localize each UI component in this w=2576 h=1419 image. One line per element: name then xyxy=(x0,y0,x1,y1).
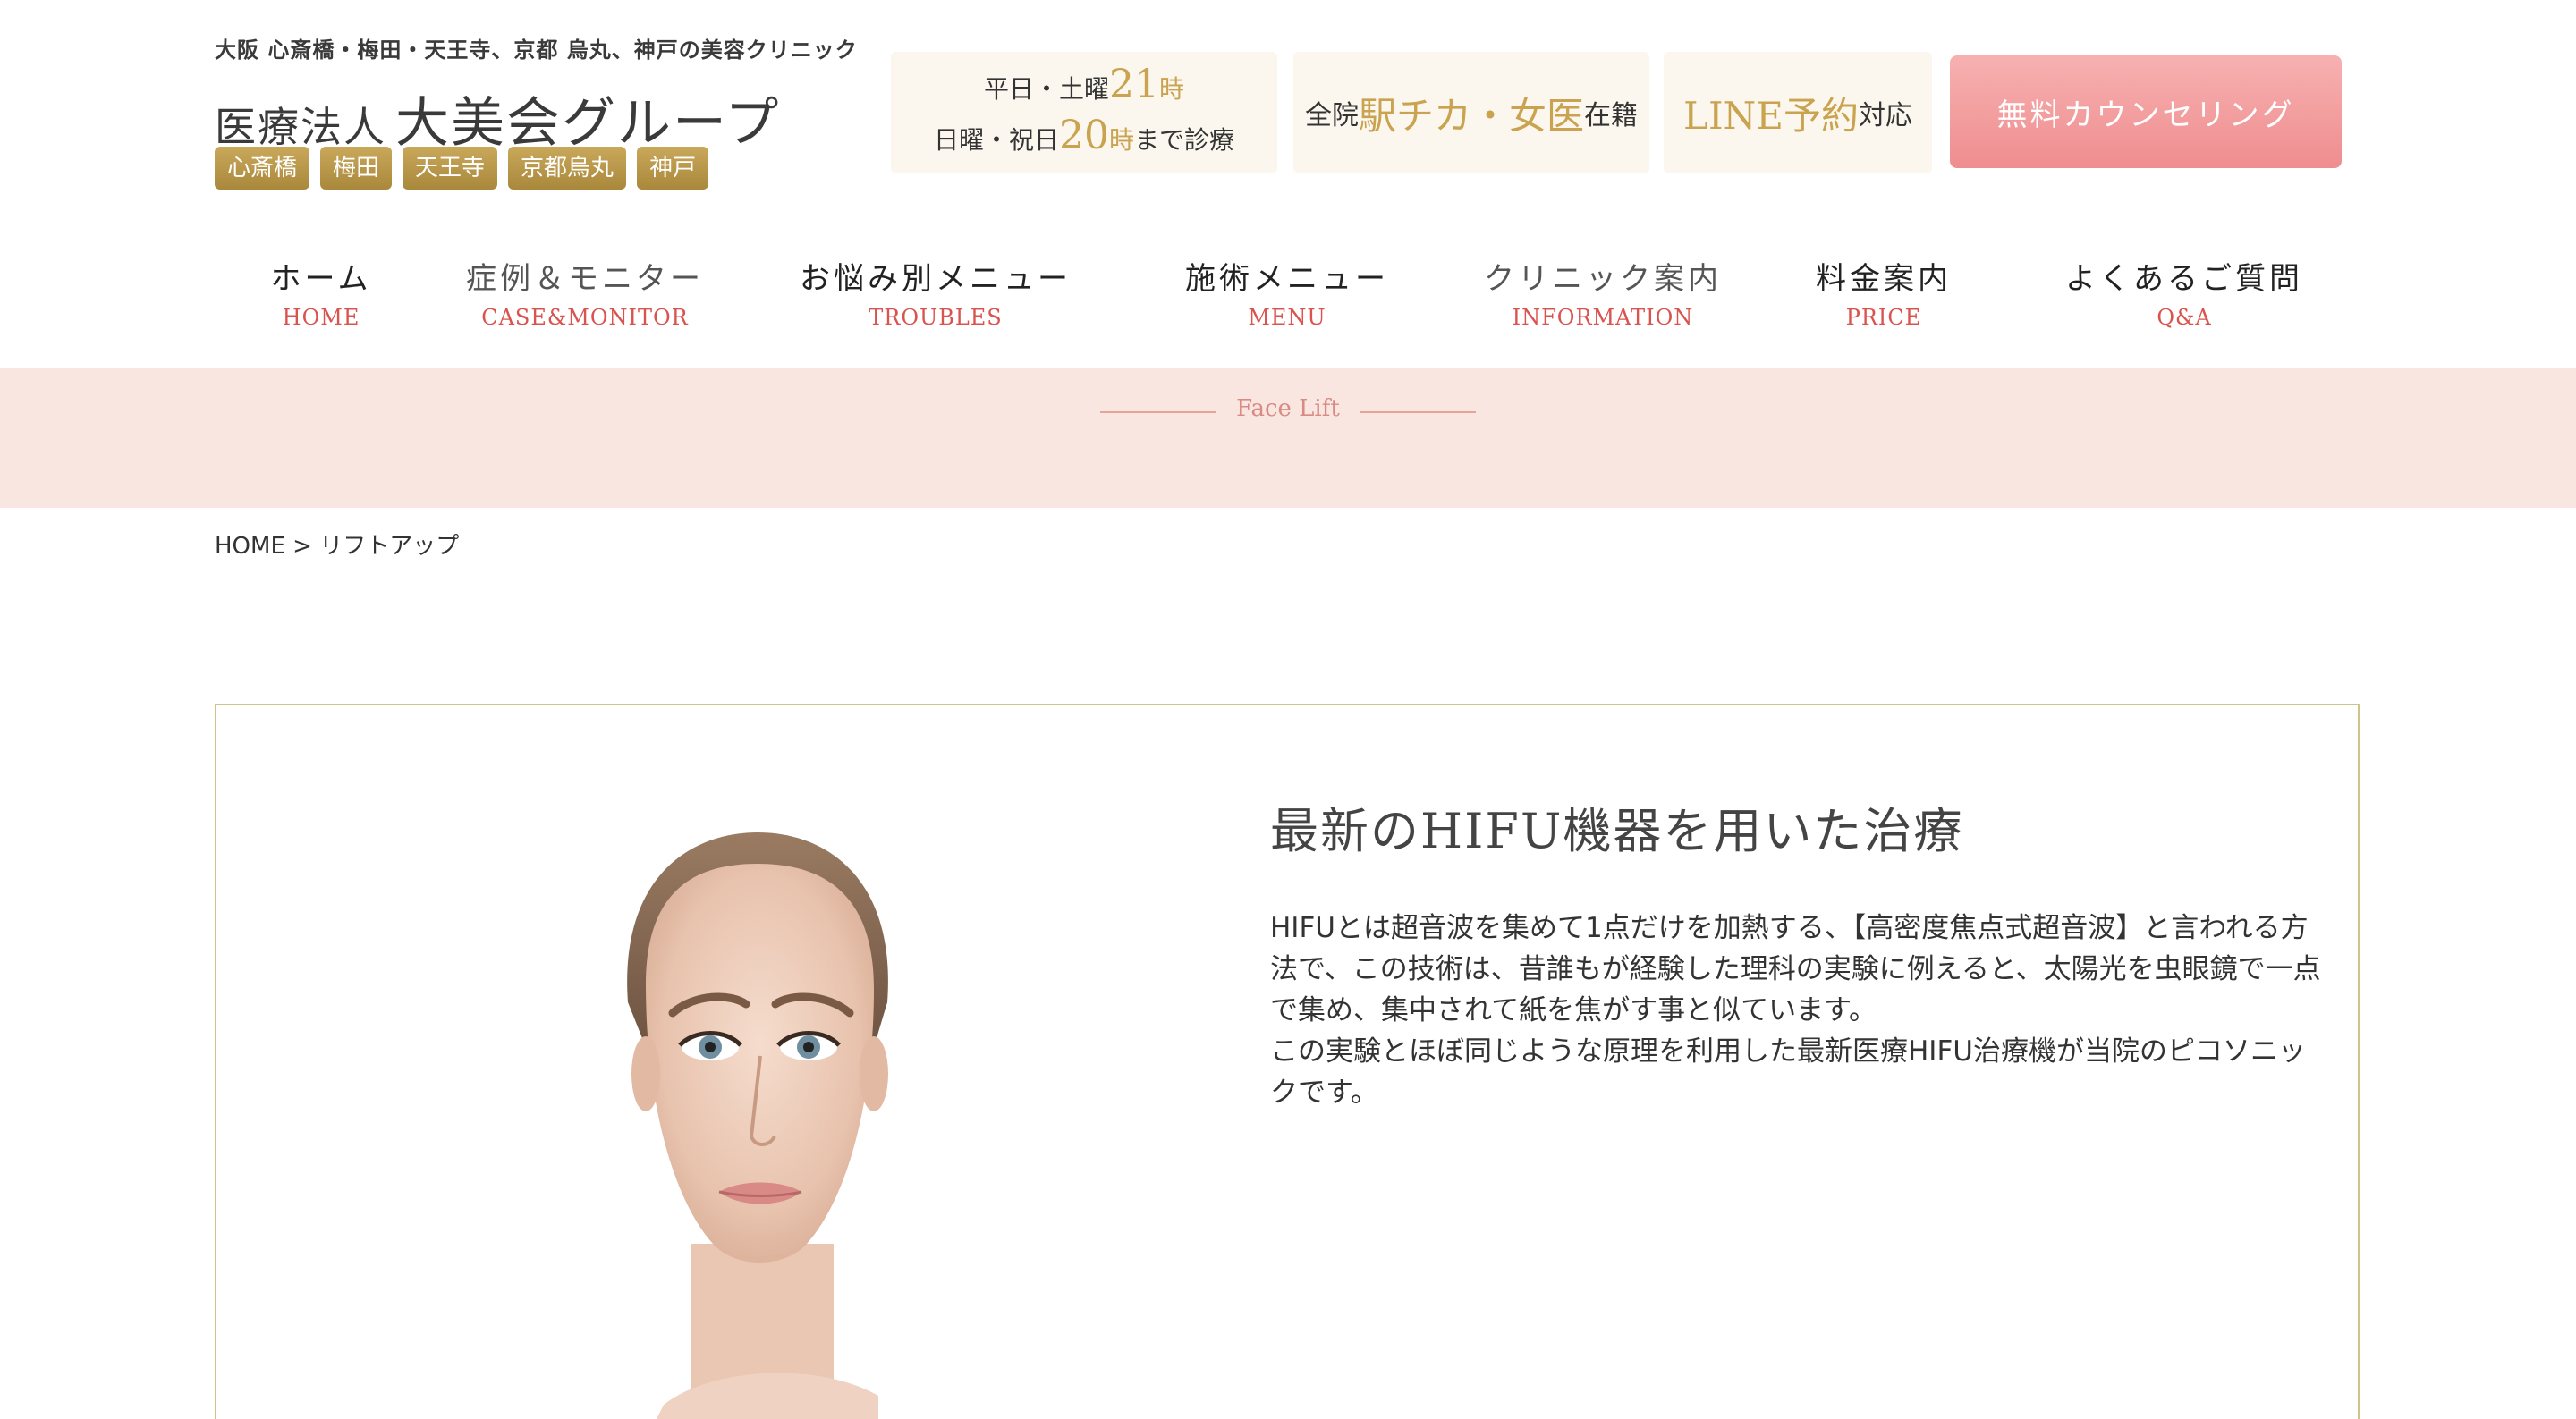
section-body: HIFUとは超音波を集めて1点だけを加熱する、【高密度焦点式超音波】と言われる方… xyxy=(1270,908,2326,1113)
nav-item-home[interactable]: ホーム HOME xyxy=(271,254,372,330)
breadcrumb-separator: > xyxy=(292,533,312,560)
hero-title-wrap: Face Lift xyxy=(1100,388,1476,433)
breadcrumb-current: リフトアップ xyxy=(319,533,460,560)
free-counseling-button[interactable]: 無料カウンセリング xyxy=(1950,55,2342,168)
line-booking-box[interactable]: LINE予約 対応 xyxy=(1664,52,1932,173)
nav-item-faq[interactable]: よくあるご質問 Q&A xyxy=(2065,254,2303,330)
section-title: 最新のHIFU機器を用いた治療 xyxy=(1270,803,1964,859)
section-paragraph: この実験とほぼ同じような原理を利用した最新医療HIFU治療機が当院のピコソニック… xyxy=(1270,1035,2306,1109)
staff-info-box: 全院 駅チカ・女医 在籍 xyxy=(1293,52,1649,173)
nav-item-case-monitor[interactable]: 症例＆モニター CASE&MONITOR xyxy=(466,254,704,330)
breadcrumb: HOME > リフトアップ xyxy=(215,528,459,561)
branch-badge-tennoji[interactable]: 天王寺 xyxy=(402,147,498,190)
section-paragraph: HIFUとは超音波を集めて1点だけを加熱する、【高密度焦点式超音波】と言われる方… xyxy=(1270,912,2321,1026)
hero-title: Face Lift xyxy=(1236,395,1340,422)
nav-item-information[interactable]: クリニック案内 INFORMATION xyxy=(1484,254,1722,330)
logo-text: 医療法人 大美会グループ xyxy=(215,80,841,157)
branch-badge-shinsaibashi[interactable]: 心斎橋 xyxy=(215,147,310,190)
content-section: 最新のHIFU機器を用いた治療 HIFUとは超音波を集めて1点だけを加熱する、【… xyxy=(215,704,2360,1419)
branch-badge-kyoto-karasuma[interactable]: 京都烏丸 xyxy=(508,147,627,190)
site-logo[interactable]: 大阪 心斎橋・梅田・天王寺、京都 烏丸、神戸の美容クリニック 医療法人 大美会グル… xyxy=(215,32,858,190)
nav-item-price[interactable]: 料金案内 PRICE xyxy=(1816,254,1952,330)
logo-main: 大美会グループ xyxy=(395,92,781,155)
logo-prefix: 医療法人 xyxy=(215,103,386,151)
hero-line-right xyxy=(1360,411,1476,413)
branch-list: 心斎橋 梅田 天王寺 京都烏丸 神戸 xyxy=(215,147,709,190)
branch-badge-umeda[interactable]: 梅田 xyxy=(320,147,393,190)
face-image xyxy=(521,779,986,1419)
breadcrumb-home-link[interactable]: HOME xyxy=(215,533,285,560)
clinic-tagline: 大阪 心斎橋・梅田・天王寺、京都 烏丸、神戸の美容クリニック xyxy=(215,37,858,63)
branch-badge-kobe[interactable]: 神戸 xyxy=(637,147,709,190)
nav-item-menu[interactable]: 施術メニュー MENU xyxy=(1185,254,1389,330)
main-nav: ホーム HOME 症例＆モニター CASE&MONITOR お悩み別メニュー T… xyxy=(215,254,2361,330)
page-hero-banner: Face Lift xyxy=(0,368,2576,508)
nav-item-troubles[interactable]: お悩み別メニュー TROUBLES xyxy=(800,254,1072,330)
hours-holiday: 日曜・祝日20時まで診療 xyxy=(933,113,1235,158)
hours-info-box: 平日・土曜21時 日曜・祝日20時まで診療 xyxy=(891,52,1277,173)
hours-weekday: 平日・土曜21時 xyxy=(983,62,1185,107)
